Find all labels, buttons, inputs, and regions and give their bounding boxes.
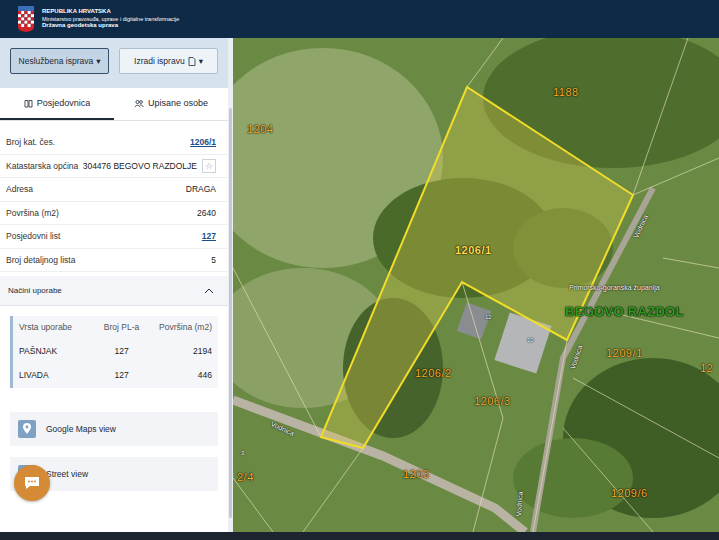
field-label: Površina (m2) [6,208,59,218]
field-value: 304476 BEGOVO RAZDOLJE☆ [83,159,216,173]
field-row: Površina (m2) 2640 [0,202,228,226]
main: Neslužbena isprava▾Izradi ispravu▾Posjed… [0,38,719,532]
parcel-label[interactable]: 1209/6 [611,487,648,499]
taskbar [0,532,719,540]
table-cell: 127 [91,346,151,358]
map-pin-icon [22,423,32,435]
app: REPUBLIKA HRVATSKAMinistarstvo pravosuđa… [0,0,719,540]
parcel-label[interactable]: 1188 [553,86,579,98]
field-row: Katastarska općina 304476 BEGOVO RAZDOLJE… [0,155,228,179]
view-link[interactable]: Google Maps view [10,412,218,446]
field-row: Broj detaljnog lista 5 [0,249,228,273]
tab[interactable]: Upisane osobe [114,88,228,120]
tab[interactable]: Posjedovnica [0,88,114,120]
house-number: 3 [241,450,244,456]
parcel-label[interactable]: 1206/2 [415,367,452,379]
field-row: Adresa DRAGA [0,178,228,202]
chevron-up-icon [204,288,214,294]
people-icon [134,99,144,108]
toolbar-button[interactable]: Neslužbena isprava▾ [10,48,109,74]
parcel-label[interactable]: 2/4 [237,471,254,483]
map[interactable]: 1188 1204 1206/1 1206/2 1206/3 1209/1 1209/6 2/… [233,38,719,532]
chat-button[interactable] [14,465,50,501]
document-icon [188,57,196,66]
link-icon-box [18,420,36,438]
house-number: 12 [485,314,492,320]
header: REPUBLIKA HRVATSKAMinistarstvo pravosuđa… [0,0,719,38]
field-label: Katastarska općina [6,161,78,171]
region-label: Primorsko-goranska županija [569,284,660,291]
field-row: Posjedovni list 127 [0,225,228,249]
parcel-label[interactable]: 1206/3 [474,395,511,407]
column-header: Površina (m2) [152,322,212,334]
table-cell: 2194 [152,346,212,358]
parcel-label[interactable]: 1209/1 [606,347,643,359]
parcel-label[interactable]: 1206/1 [455,244,492,256]
sidebar: Neslužbena isprava▾Izradi ispravu▾Posjed… [0,38,228,532]
country: REPUBLIKA HRVATSKA [42,8,179,16]
parcel-label[interactable]: 1204 [247,123,273,135]
field-value[interactable]: 127 [202,231,216,241]
header-text: REPUBLIKA HRVATSKAMinistarstvo pravosuđa… [42,8,179,30]
parcel-label[interactable]: 12 [700,362,713,374]
table-cell: PAŠNJAK [19,346,91,358]
field-label: Broj kat. čes. [6,137,55,147]
table-cell: LIVADA [19,370,91,382]
field-label: Posjedovni list [6,231,60,241]
municipality-label: BEGOVO RAZDOL [565,304,684,319]
field-row: Broj kat. čes. 1206/1 [0,131,228,155]
table-cell: 127 [91,370,151,382]
coat-of-arms-icon [16,5,36,33]
ministry: Ministarstvo pravosuđa, uprave i digital… [42,16,179,23]
table-cell: 446 [152,370,212,382]
parcel-label[interactable]: 1203 [403,468,429,480]
field-value: 2640 [197,208,216,218]
column-header: Broj PL-a [91,322,151,334]
house-number: 10 [527,337,534,343]
favorite-button[interactable]: ☆ [202,159,216,173]
agency: Državna geodetska uprava [42,22,179,30]
field-value[interactable]: 1206/1 [190,137,216,147]
field-value: 5 [211,255,216,265]
toolbar: Neslužbena isprava▾ Izradi ispravu▾ [0,38,228,88]
field-label: Broj detaljnog lista [6,255,75,265]
field-value: DRAGA [186,184,216,194]
fields: Broj kat. čes. 1206/1 Katastarska općina 30… [0,121,228,272]
book-icon [24,99,33,108]
scrollbar-thumb[interactable] [229,108,232,518]
usage-table: Vrsta uporabeBroj PL-aPovršina (m2) PAŠNJ… [10,316,218,388]
column-header: Vrsta uporabe [19,322,91,334]
chat-icon [23,475,41,491]
field-label: Adresa [6,184,33,194]
usage-section-header[interactable]: Načini uporabe [0,276,228,306]
tabs: PosjedovnicaUpisane osobe [0,88,228,121]
toolbar-button[interactable]: Izradi ispravu▾ [119,48,218,74]
